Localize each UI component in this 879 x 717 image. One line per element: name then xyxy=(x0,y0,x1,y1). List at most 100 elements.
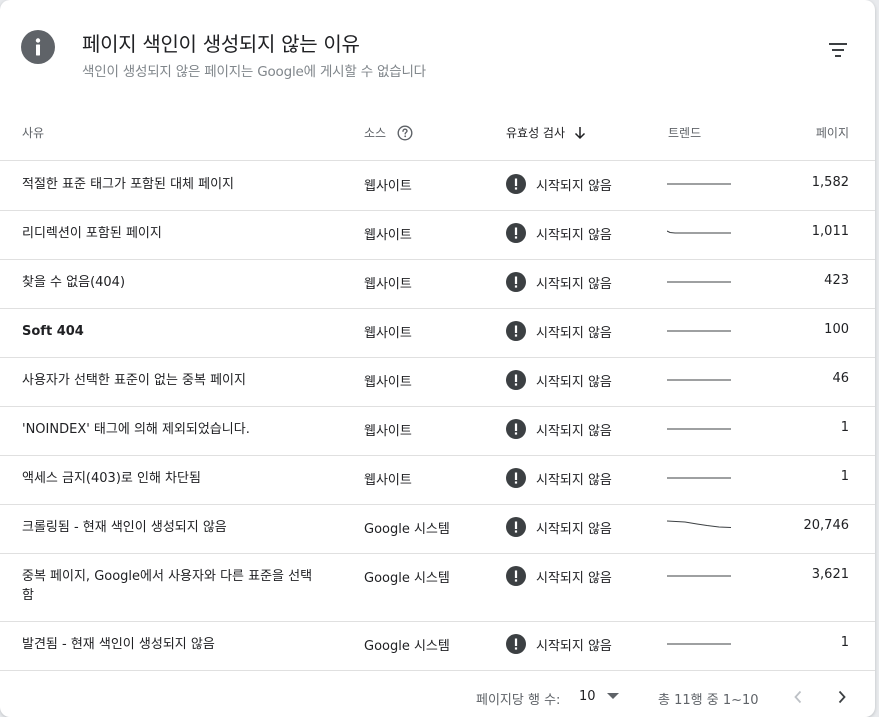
prev-page-button[interactable] xyxy=(786,685,810,709)
pages-cell: 1 xyxy=(840,635,849,650)
trend-sparkline xyxy=(667,428,731,430)
card-header: 페이지 색인이 생성되지 않는 이유 색인이 생성되지 않은 페이지는 Goog… xyxy=(0,0,875,100)
exclamation-icon xyxy=(506,370,526,390)
reason-cell: 크롤링됨 - 현재 색인이 생성되지 않음 xyxy=(22,520,227,535)
exclamation-icon xyxy=(506,272,526,292)
reason-cell: 발견됨 - 현재 색인이 생성되지 않음 xyxy=(22,637,215,652)
info-icon xyxy=(21,30,55,64)
status-cell: 시작되지 않음 xyxy=(506,272,612,292)
status-label: 시작되지 않음 xyxy=(536,638,612,654)
col-trend-label: 트렌드 xyxy=(668,126,702,140)
status-cell: 시작되지 않음 xyxy=(506,419,612,439)
pages-cell: 1,582 xyxy=(811,175,849,190)
status-label: 시작되지 않음 xyxy=(536,276,612,292)
card: 페이지 색인이 생성되지 않는 이유 색인이 생성되지 않은 페이지는 Goog… xyxy=(0,0,875,717)
trend-sparkline xyxy=(667,575,731,577)
dropdown-arrow-icon[interactable] xyxy=(607,693,619,699)
pages-cell: 423 xyxy=(824,273,849,288)
table-row[interactable]: 찾을 수 없음(404) 웹사이트 시작되지 않음 423 xyxy=(0,259,875,309)
status-cell: 시작되지 않음 xyxy=(506,566,612,586)
source-cell: Google 시스템 xyxy=(364,522,450,537)
exclamation-icon xyxy=(506,517,526,537)
source-cell: 웹사이트 xyxy=(364,228,412,243)
filter-icon xyxy=(829,43,847,57)
status-label: 시작되지 않음 xyxy=(536,423,612,439)
status-label: 시작되지 않음 xyxy=(536,472,612,488)
status-label: 시작되지 않음 xyxy=(536,325,612,341)
pages-cell: 20,746 xyxy=(803,518,850,533)
status-cell: 시작되지 않음 xyxy=(506,517,612,537)
card-subtitle: 색인이 생성되지 않은 페이지는 Google에 게시할 수 없습니다 xyxy=(82,64,426,80)
pages-cell: 46 xyxy=(832,371,849,386)
exclamation-icon xyxy=(506,566,526,586)
table-row[interactable]: 리디렉션이 포함된 페이지 웹사이트 시작되지 않음 1,011 xyxy=(0,210,875,260)
table-row[interactable]: 'NOINDEX' 태그에 의해 제외되었습니다. 웹사이트 시작되지 않음 1 xyxy=(0,406,875,456)
source-cell: 웹사이트 xyxy=(364,424,412,439)
table-row[interactable]: 적절한 표준 태그가 포함된 대체 페이지 웹사이트 시작되지 않음 1,582 xyxy=(0,161,875,211)
col-validation-header[interactable]: 유효성 검사 xyxy=(506,124,586,141)
source-cell: Google 시스템 xyxy=(364,571,450,586)
reason-cell: 액세스 금지(403)로 인해 차단됨 xyxy=(22,471,201,486)
pages-cell: 1 xyxy=(840,420,849,435)
status-cell: 시작되지 않음 xyxy=(506,174,612,194)
exclamation-icon xyxy=(506,321,526,341)
trend-sparkline xyxy=(667,379,731,381)
reason-cell: Soft 404 xyxy=(22,324,84,339)
status-cell: 시작되지 않음 xyxy=(506,223,612,243)
col-pages-header[interactable]: 페이지 xyxy=(816,124,849,141)
next-page-button[interactable] xyxy=(830,685,854,709)
table-row[interactable]: 발견됨 - 현재 색인이 생성되지 않음 Google 시스템 시작되지 않음 1 xyxy=(0,621,875,671)
pages-cell: 1 xyxy=(840,469,849,484)
filter-button[interactable] xyxy=(822,34,854,66)
trend-sparkline xyxy=(667,330,731,332)
trend-sparkline xyxy=(667,281,731,283)
status-label: 시작되지 않음 xyxy=(536,521,612,537)
source-cell: 웹사이트 xyxy=(364,326,412,341)
trend-sparkline xyxy=(667,183,731,185)
col-trend-header: 트렌드 xyxy=(668,124,701,141)
table-row[interactable]: 크롤링됨 - 현재 색인이 생성되지 않음 Google 시스템 시작되지 않음 20… xyxy=(0,504,875,554)
source-cell: 웹사이트 xyxy=(364,179,412,194)
exclamation-icon xyxy=(506,223,526,243)
col-source-header[interactable]: 소스 xyxy=(364,124,413,141)
col-pages-label: 페이지 xyxy=(815,126,849,140)
col-reason-label: 사유 xyxy=(22,126,45,140)
status-label: 시작되지 않음 xyxy=(536,374,612,390)
source-cell: 웹사이트 xyxy=(364,375,412,390)
reason-cell: 사용자가 선택한 표준이 없는 중복 페이지 xyxy=(22,373,246,388)
pages-cell: 100 xyxy=(824,322,849,337)
table-header: 사유 소스 유효성 검사 트렌드 페이지 xyxy=(0,110,875,161)
trend-sparkline xyxy=(667,230,731,234)
status-label: 시작되지 않음 xyxy=(536,570,612,586)
reason-cell: 'NOINDEX' 태그에 의해 제외되었습니다. xyxy=(22,422,250,437)
trend-sparkline xyxy=(667,643,731,645)
col-source-label: 소스 xyxy=(364,126,387,140)
table-row[interactable]: 액세스 금지(403)로 인해 차단됨 웹사이트 시작되지 않음 1 xyxy=(0,455,875,505)
source-cell: 웹사이트 xyxy=(364,473,412,488)
rows-per-page-select[interactable]: 10 xyxy=(579,689,596,704)
trend-sparkline xyxy=(667,477,731,479)
exclamation-icon xyxy=(506,174,526,194)
help-icon[interactable] xyxy=(397,124,413,141)
pages-cell: 1,011 xyxy=(811,224,849,239)
col-reason-header[interactable]: 사유 xyxy=(22,124,44,141)
table-row[interactable]: 사용자가 선택한 표준이 없는 중복 페이지 웹사이트 시작되지 않음 46 xyxy=(0,357,875,407)
status-cell: 시작되지 않음 xyxy=(506,468,612,488)
card-title: 페이지 색인이 생성되지 않는 이유 xyxy=(82,32,360,56)
status-label: 시작되지 않음 xyxy=(536,178,612,194)
status-label: 시작되지 않음 xyxy=(536,227,612,243)
source-cell: Google 시스템 xyxy=(364,639,450,654)
pages-cell: 3,621 xyxy=(811,567,849,582)
reason-cell: 중복 페이지, Google에서 사용자와 다른 표준을 선택함 xyxy=(22,569,313,603)
pagination-range: 총 11행 중 1~10 xyxy=(658,693,759,708)
table-row[interactable]: 중복 페이지, Google에서 사용자와 다른 표준을 선택함 Google 시… xyxy=(0,553,875,622)
exclamation-icon xyxy=(506,634,526,654)
trend-sparkline xyxy=(667,520,732,529)
exclamation-icon xyxy=(506,419,526,439)
exclamation-icon xyxy=(506,468,526,488)
table-row[interactable]: Soft 404 웹사이트 시작되지 않음 100 xyxy=(0,308,875,358)
status-cell: 시작되지 않음 xyxy=(506,370,612,390)
pagination-footer: 페이지당 행 수: 10 총 11행 중 1~10 xyxy=(0,670,875,717)
reason-cell: 적절한 표준 태그가 포함된 대체 페이지 xyxy=(22,177,235,192)
chevron-left-icon xyxy=(794,690,802,704)
